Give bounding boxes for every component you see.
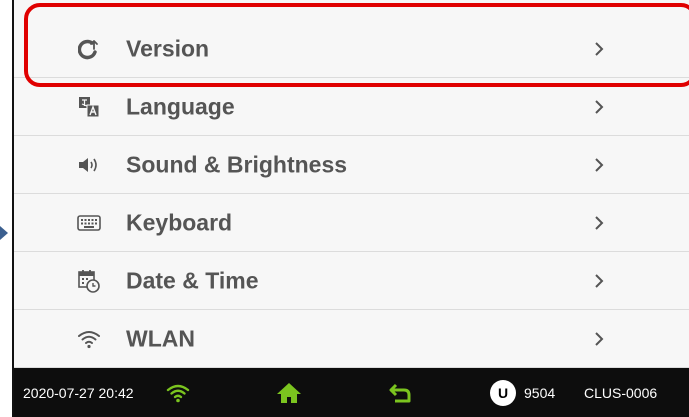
home-icon[interactable]: [276, 382, 302, 404]
chevron-right-icon: [592, 213, 606, 233]
menu-item-label: Date & Time: [126, 267, 259, 293]
device-screen: Version Language Sound & Brightness Keyb…: [12, 0, 689, 417]
back-icon[interactable]: [388, 382, 412, 404]
menu-item-label: WLAN: [126, 325, 195, 351]
keyboard-icon: [76, 210, 102, 236]
wifi-icon: [76, 326, 102, 352]
pointer-arrow: [0, 226, 8, 240]
settings-menu: Version Language Sound & Brightness Keyb…: [14, 20, 689, 368]
menu-item-date-time[interactable]: Date & Time: [14, 252, 689, 310]
speaker-icon: [76, 152, 102, 178]
user-count: 9504: [524, 384, 556, 401]
menu-item-label: Sound & Brightness: [126, 151, 348, 177]
user-badge-icon: U: [490, 379, 516, 406]
status-bar: 2020-07-27 20:42 U 9504 CLUS-0006: [14, 368, 689, 417]
screen: Version Language Sound & Brightness Keyb…: [0, 0, 689, 417]
menu-item-label: Keyboard: [126, 209, 233, 235]
language-icon: [76, 94, 102, 120]
chevron-right-icon: [592, 97, 606, 117]
calendar-clock-icon: [76, 268, 102, 294]
user-badge: U: [490, 379, 516, 406]
chevron-right-icon: [592, 155, 606, 175]
status-datetime: 2020-07-27 20:42: [23, 384, 134, 401]
menu-item-label: Language: [126, 93, 235, 119]
chevron-right-icon: [592, 271, 606, 291]
version-icon: [76, 36, 102, 62]
chevron-right-icon: [592, 39, 606, 59]
menu-item-language[interactable]: Language: [14, 78, 689, 136]
menu-item-keyboard[interactable]: Keyboard: [14, 194, 689, 252]
menu-item-wlan[interactable]: WLAN: [14, 310, 689, 368]
menu-item-version[interactable]: Version: [14, 20, 689, 78]
menu-item-sound-brightness[interactable]: Sound & Brightness: [14, 136, 689, 194]
device-id: CLUS-0006: [584, 384, 658, 401]
menu-item-label: Version: [126, 35, 210, 61]
wifi-status-icon: [166, 383, 190, 403]
chevron-right-icon: [592, 329, 606, 349]
